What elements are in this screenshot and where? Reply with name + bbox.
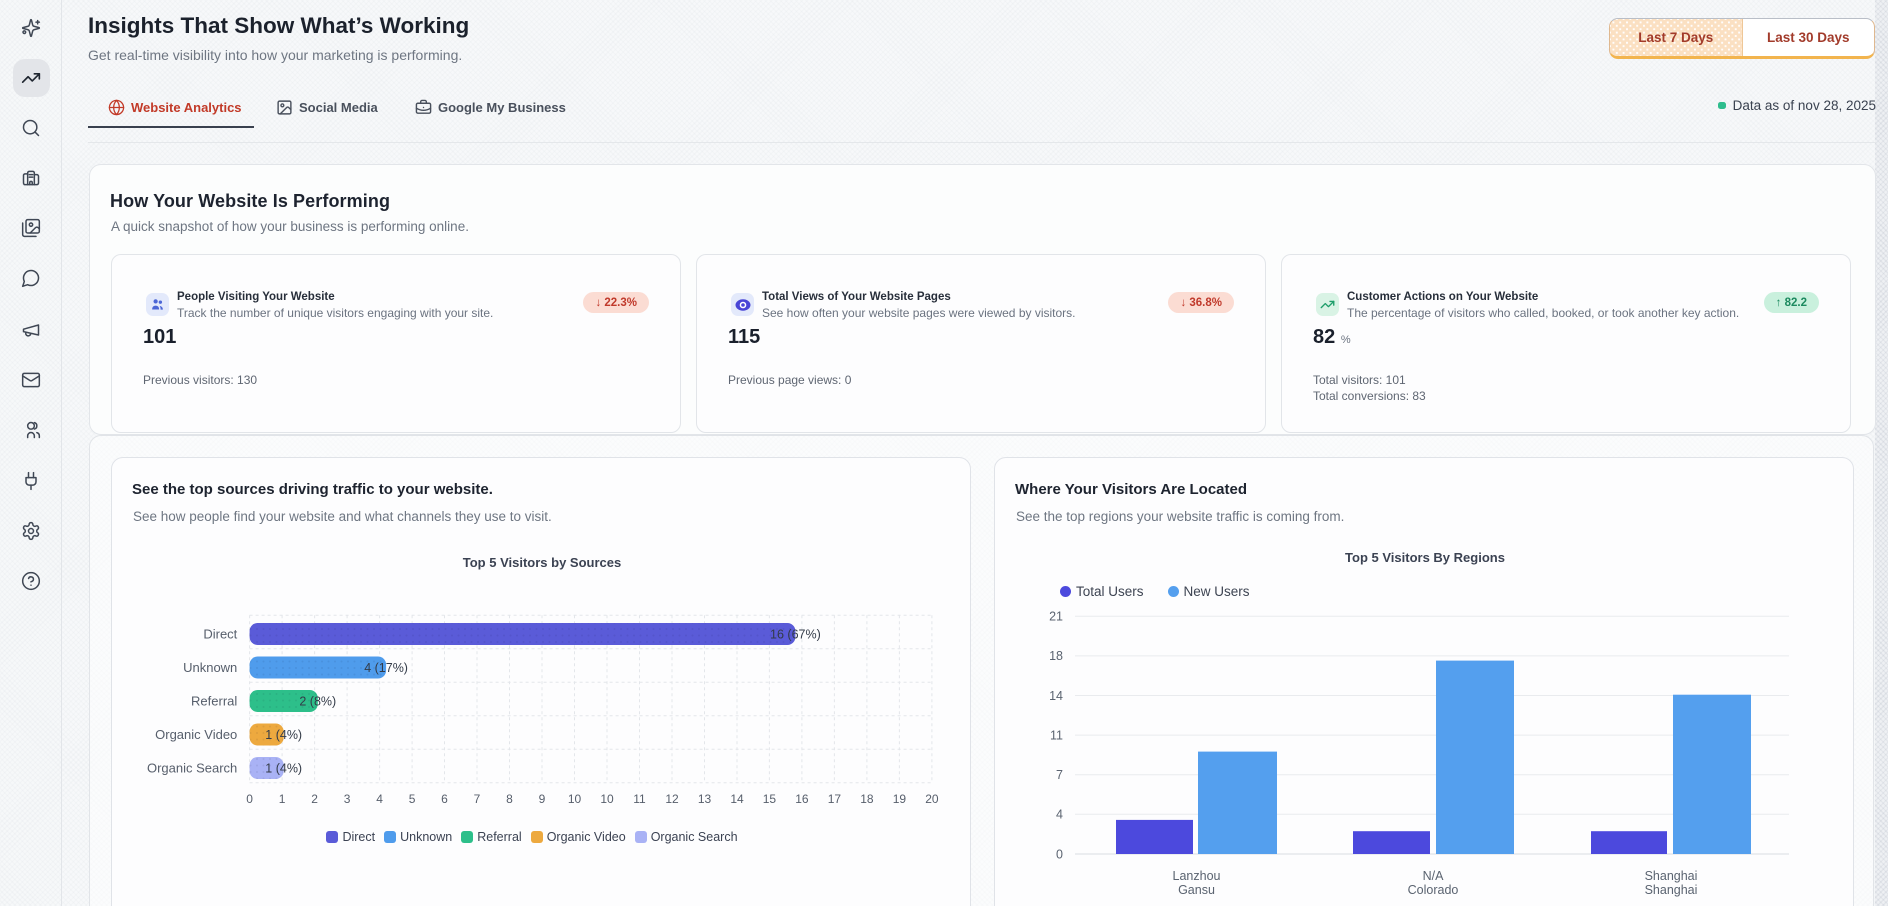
svg-text:2: 2: [311, 792, 318, 806]
svg-text:4: 4: [376, 792, 383, 806]
svg-text:16 (67%): 16 (67%): [770, 628, 821, 642]
svg-text:Gansu: Gansu: [1178, 883, 1215, 897]
svg-text:15: 15: [763, 792, 777, 806]
svg-text:12: 12: [665, 792, 679, 806]
svg-text:4: 4: [1056, 808, 1063, 822]
svg-text:10: 10: [600, 792, 614, 806]
svg-text:1 (4%): 1 (4%): [265, 762, 302, 776]
svg-text:11: 11: [633, 792, 646, 806]
svg-text:6: 6: [441, 792, 448, 806]
svg-text:8: 8: [506, 792, 513, 806]
svg-text:17: 17: [828, 792, 842, 806]
svg-text:1: 1: [279, 792, 286, 806]
svg-text:4 (17%): 4 (17%): [364, 661, 408, 675]
svg-text:11: 11: [1050, 728, 1063, 742]
svg-text:Shanghai: Shanghai: [1645, 869, 1698, 883]
svg-text:Organic Search: Organic Search: [147, 761, 237, 776]
svg-text:14: 14: [1049, 689, 1063, 703]
svg-text:16: 16: [795, 792, 809, 806]
svg-text:Shanghai: Shanghai: [1645, 883, 1698, 897]
svg-text:21: 21: [1049, 610, 1063, 624]
svg-text:2 (8%): 2 (8%): [299, 695, 336, 709]
svg-text:18: 18: [1049, 649, 1063, 663]
svg-text:9: 9: [539, 792, 546, 806]
svg-text:14: 14: [730, 792, 744, 806]
svg-text:Organic Video: Organic Video: [155, 727, 237, 742]
svg-text:Unknown: Unknown: [183, 660, 237, 675]
svg-text:20: 20: [925, 792, 939, 806]
svg-text:5: 5: [409, 792, 416, 806]
svg-text:0: 0: [1056, 847, 1063, 861]
svg-text:Colorado: Colorado: [1408, 883, 1459, 897]
svg-text:7: 7: [1056, 768, 1063, 782]
svg-text:Direct: Direct: [203, 627, 237, 642]
svg-text:18: 18: [860, 792, 874, 806]
svg-text:N/A: N/A: [1423, 869, 1445, 883]
svg-text:0: 0: [246, 792, 253, 806]
svg-text:1 (4%): 1 (4%): [265, 728, 302, 742]
svg-text:3: 3: [344, 792, 351, 806]
svg-text:10: 10: [568, 792, 582, 806]
svg-text:7: 7: [474, 792, 481, 806]
svg-text:13: 13: [698, 792, 712, 806]
svg-text:19: 19: [893, 792, 907, 806]
svg-text:Lanzhou: Lanzhou: [1173, 869, 1221, 883]
svg-text:Referral: Referral: [191, 694, 237, 709]
